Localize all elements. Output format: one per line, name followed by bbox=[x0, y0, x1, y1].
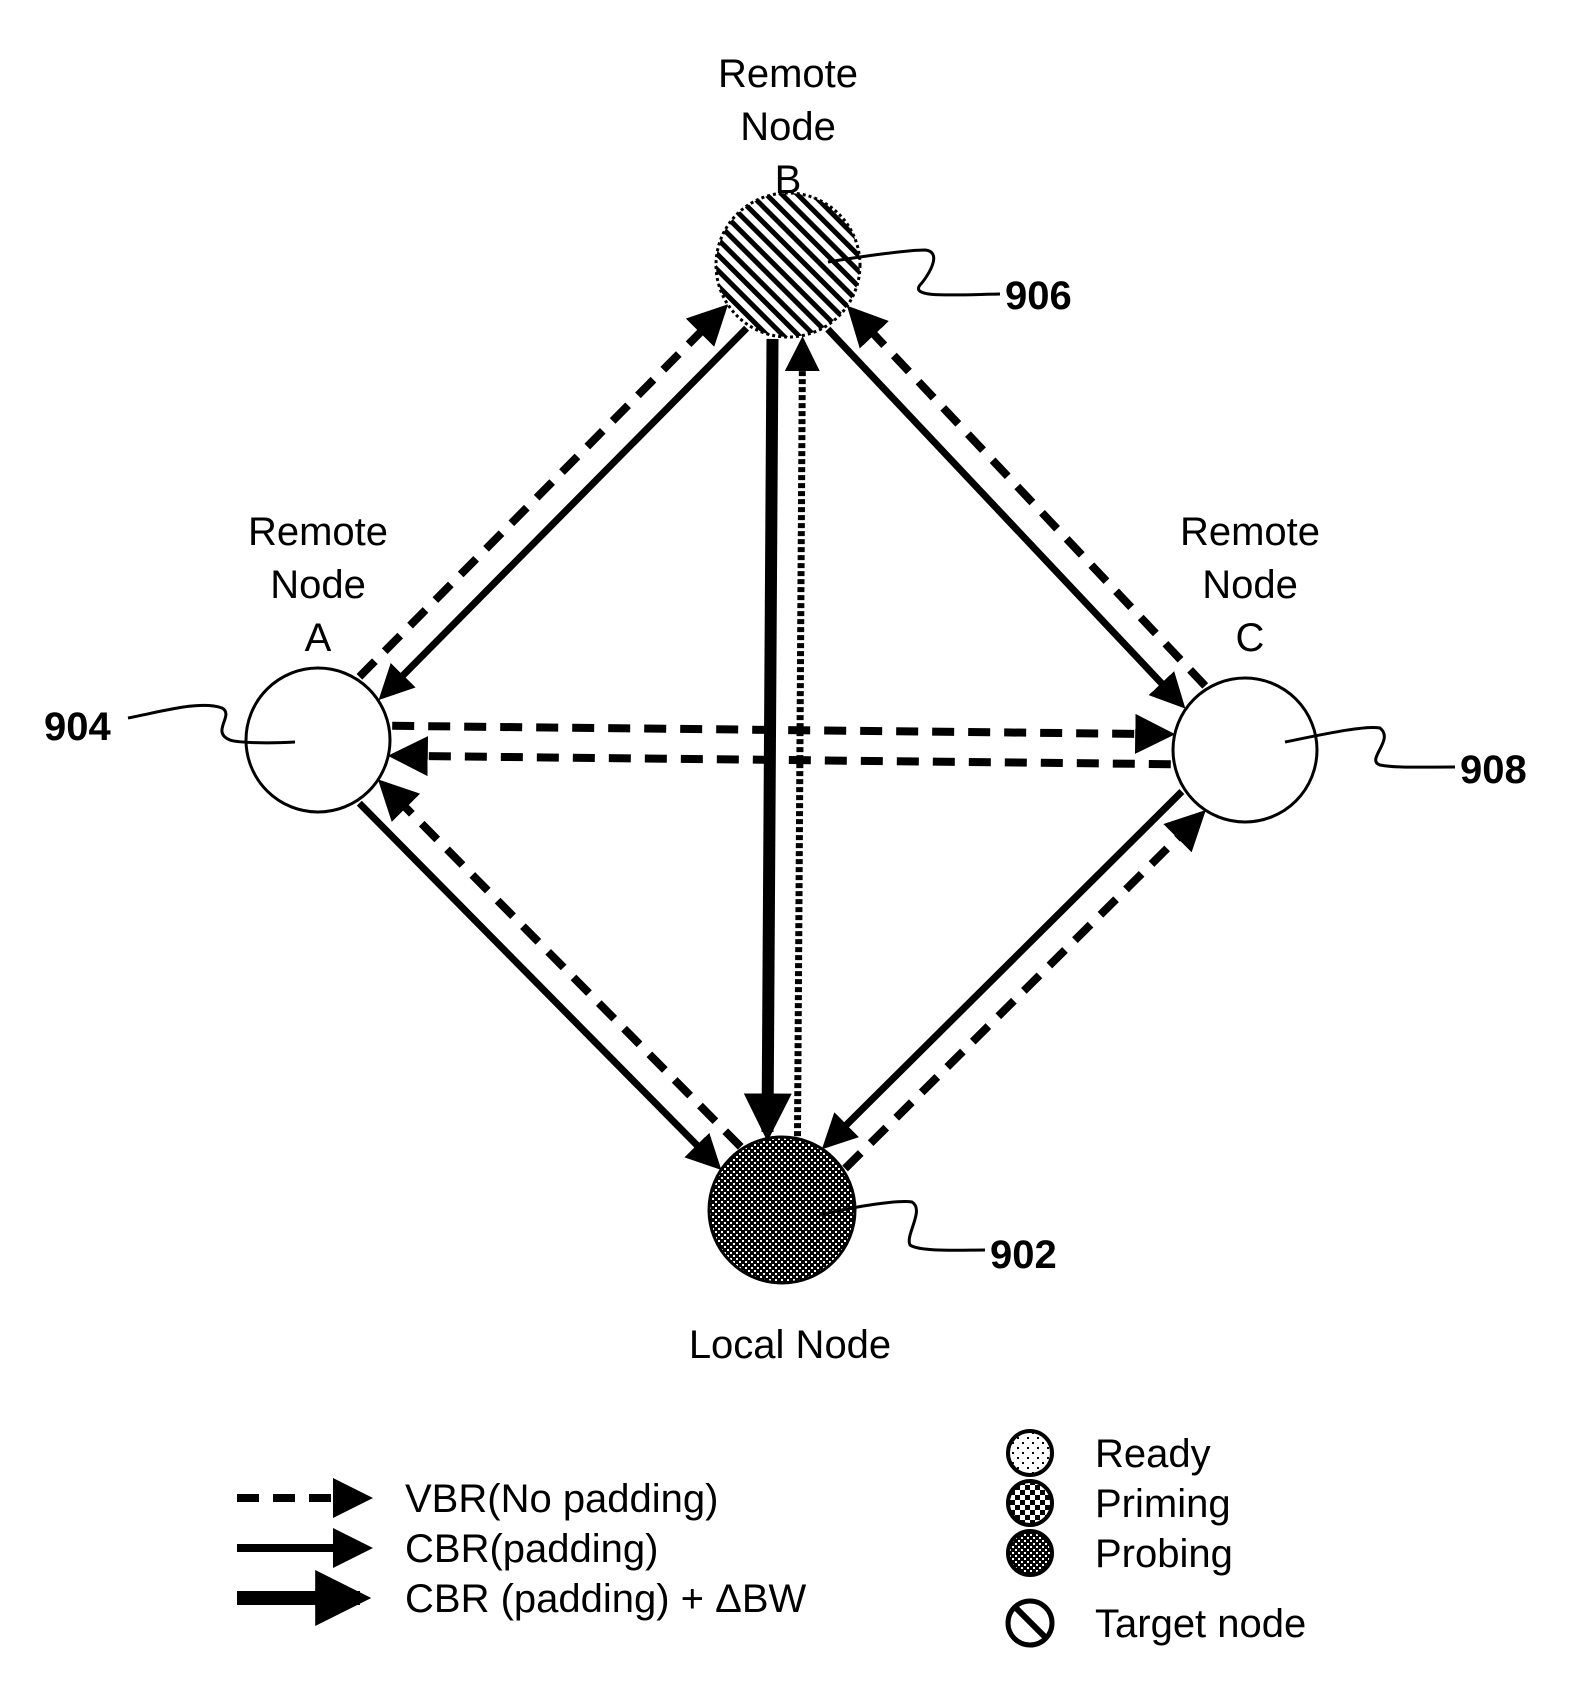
link-arrow-a-to-c bbox=[392, 713, 1176, 754]
link-arrow-b-to-local bbox=[743, 338, 792, 1142]
node-a-label-line-2: Node bbox=[270, 563, 366, 607]
priming-icon bbox=[1006, 1479, 1054, 1527]
link-arrow-local-to-c bbox=[842, 809, 1206, 1172]
links-layer bbox=[356, 304, 1209, 1172]
node-b-label-line-1: Remote bbox=[718, 52, 858, 96]
network-diagram: Remote Node B Remote Node A Remote Node … bbox=[44, 52, 1527, 1648]
link-arrow-a-to-b bbox=[356, 304, 729, 680]
link-arrow-b-to-a bbox=[378, 325, 750, 701]
probing-icon bbox=[1006, 1529, 1054, 1577]
ready-node-circle[interactable] bbox=[244, 666, 392, 814]
legend-states: Ready Priming Probing Target node bbox=[1005, 1429, 1306, 1648]
node-a-label-line-3: A bbox=[305, 616, 332, 660]
target-node-circle[interactable] bbox=[714, 191, 862, 339]
link-arrow-local-to-b bbox=[784, 336, 820, 1137]
ready-node-circle[interactable] bbox=[1171, 676, 1319, 824]
link-arrow-c-to-local bbox=[821, 789, 1185, 1150]
node-c-label-line-1: Remote bbox=[1180, 510, 1320, 554]
node-local[interactable] bbox=[707, 1135, 857, 1285]
link-arrow-c-to-b bbox=[846, 305, 1209, 689]
ref-906: 906 bbox=[1005, 274, 1072, 318]
legend-arrows: VBR(No padding) CBR(padding) CBR (paddin… bbox=[237, 1477, 807, 1626]
ready-icon bbox=[1006, 1429, 1054, 1477]
node-b-label-line-3: B bbox=[775, 158, 802, 202]
node-b-label-line-2: Node bbox=[740, 105, 836, 149]
node-local-label: Local Node bbox=[689, 1323, 891, 1367]
node-b[interactable] bbox=[714, 191, 862, 339]
link-arrow-a-to-local bbox=[356, 800, 722, 1170]
node-a[interactable] bbox=[244, 666, 392, 814]
legend-priming-label: Priming bbox=[1095, 1482, 1231, 1526]
link-arrow-c-to-a bbox=[387, 736, 1171, 777]
ref-904: 904 bbox=[44, 705, 111, 749]
legend-target-label: Target node bbox=[1095, 1602, 1306, 1646]
link-arrow-b-to-c bbox=[825, 326, 1186, 709]
legend-cbr-label: CBR(padding) bbox=[405, 1527, 658, 1571]
node-c[interactable] bbox=[1171, 676, 1319, 824]
legend-vbr-label: VBR(No padding) bbox=[405, 1477, 719, 1521]
legend-cbr-bw-label: CBR (padding) + ΔBW bbox=[405, 1577, 807, 1621]
node-c-label-line-2: Node bbox=[1202, 563, 1298, 607]
node-a-label-line-1: Remote bbox=[248, 510, 388, 554]
legend-ready-label: Ready bbox=[1095, 1432, 1211, 1476]
link-arrow-local-to-a bbox=[377, 779, 744, 1150]
probing-node-circle[interactable] bbox=[707, 1135, 857, 1285]
node-c-label-line-3: C bbox=[1236, 616, 1265, 660]
target-node-icon bbox=[1005, 1598, 1055, 1648]
ref-908: 908 bbox=[1460, 748, 1527, 792]
ref-902: 902 bbox=[990, 1233, 1057, 1277]
legend-probing-label: Probing bbox=[1095, 1532, 1233, 1576]
